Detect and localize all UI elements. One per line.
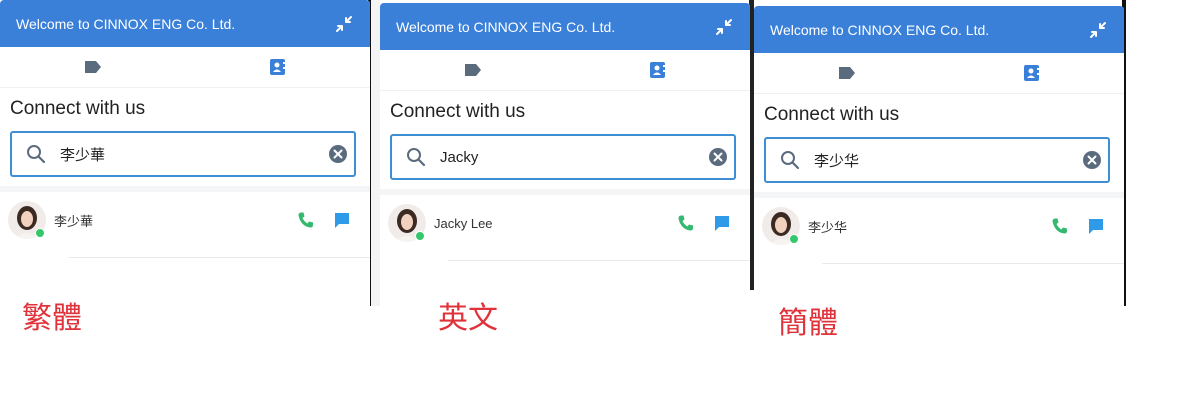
phone-icon (298, 212, 313, 228)
clear-search-button[interactable] (1076, 150, 1108, 170)
search-icon (392, 147, 440, 167)
tab-contacts[interactable] (939, 53, 1124, 93)
tab-labels[interactable] (754, 53, 939, 93)
clear-icon (329, 145, 347, 163)
widget-tabs (0, 47, 370, 88)
contact-row[interactable]: Jacky Lee (380, 203, 750, 243)
tag-icon (464, 64, 481, 76)
caption-simplified: 簡體 (778, 306, 838, 341)
search-input[interactable]: 李少华 (764, 137, 1110, 183)
tab-labels[interactable] (0, 47, 185, 87)
widget-header: Welcome to CINNOX ENG Co. Ltd. (380, 3, 750, 50)
search-icon (766, 150, 814, 170)
contacts-icon (649, 62, 666, 78)
minimize-button[interactable] (1087, 19, 1109, 41)
avatar (762, 207, 800, 245)
chat-button[interactable] (324, 205, 360, 235)
connect-title: Connect with us (10, 98, 146, 119)
search-input[interactable]: Jacky (390, 134, 736, 180)
contact-name: Jacky Lee (434, 215, 493, 231)
tag-icon (838, 67, 855, 79)
contacts-icon (1023, 65, 1040, 81)
minimize-button[interactable] (713, 16, 735, 38)
caption-traditional: 繁體 (22, 301, 82, 336)
row-divider (822, 263, 1124, 264)
avatar (8, 201, 46, 239)
clear-icon (1083, 151, 1101, 169)
minimize-button[interactable] (333, 13, 355, 35)
minimize-icon (716, 18, 732, 35)
background-dark-strip (370, 0, 380, 306)
divider (754, 192, 1124, 198)
call-button[interactable] (1042, 211, 1078, 241)
chat-icon (715, 216, 729, 231)
search-value[interactable]: 李少華 (60, 144, 322, 165)
search-value[interactable]: Jacky (440, 149, 702, 166)
clear-icon (709, 148, 727, 166)
search-icon (12, 144, 60, 164)
connect-title: Connect with us (764, 104, 900, 125)
contact-name: 李少华 (808, 219, 848, 235)
divider (0, 186, 370, 192)
header-title: Welcome to CINNOX ENG Co. Ltd. (16, 15, 236, 32)
online-status-dot (35, 228, 45, 238)
divider (380, 189, 750, 195)
clear-search-button[interactable] (702, 147, 734, 167)
contact-row[interactable]: 李少华 (754, 206, 1124, 246)
chat-icon (1089, 219, 1103, 234)
search-input[interactable]: 李少華 (10, 131, 356, 177)
header-title: Welcome to CINNOX ENG Co. Ltd. (396, 18, 616, 35)
chat-button[interactable] (1078, 211, 1114, 241)
header-title: Welcome to CINNOX ENG Co. Ltd. (770, 21, 990, 38)
widget-header: Welcome to CINNOX ENG Co. Ltd. (754, 6, 1124, 53)
contact-name: 李少華 (54, 213, 94, 229)
phone-icon (678, 215, 693, 231)
minimize-icon (1090, 21, 1106, 38)
chat-icon (335, 213, 349, 228)
chat-widget-simplified: Welcome to CINNOX ENG Co. Ltd. Connect w… (754, 6, 1124, 312)
avatar (388, 204, 426, 242)
row-divider (448, 260, 750, 261)
widget-tabs (754, 53, 1124, 94)
minimize-icon (336, 15, 352, 32)
connect-title: Connect with us (390, 101, 526, 122)
widget-header: Welcome to CINNOX ENG Co. Ltd. (0, 0, 370, 47)
tab-labels[interactable] (380, 50, 565, 90)
clear-search-button[interactable] (322, 144, 354, 164)
online-status-dot (415, 231, 425, 241)
contact-row[interactable]: 李少華 (0, 200, 370, 240)
chat-widget-traditional: Welcome to CINNOX ENG Co. Ltd. Connect w… (0, 0, 370, 306)
call-button[interactable] (668, 208, 704, 238)
widget-tabs (380, 50, 750, 91)
tag-icon (84, 61, 101, 73)
call-button[interactable] (288, 205, 324, 235)
online-status-dot (789, 234, 799, 244)
phone-icon (1052, 218, 1067, 234)
chat-widget-english: Welcome to CINNOX ENG Co. Ltd. Connect w… (380, 3, 750, 309)
row-divider (68, 257, 370, 258)
search-value[interactable]: 李少华 (814, 150, 1076, 171)
tab-contacts[interactable] (565, 50, 750, 90)
chat-button[interactable] (704, 208, 740, 238)
caption-english: 英文 (438, 301, 498, 336)
contacts-icon (269, 59, 286, 75)
tab-contacts[interactable] (185, 47, 370, 87)
